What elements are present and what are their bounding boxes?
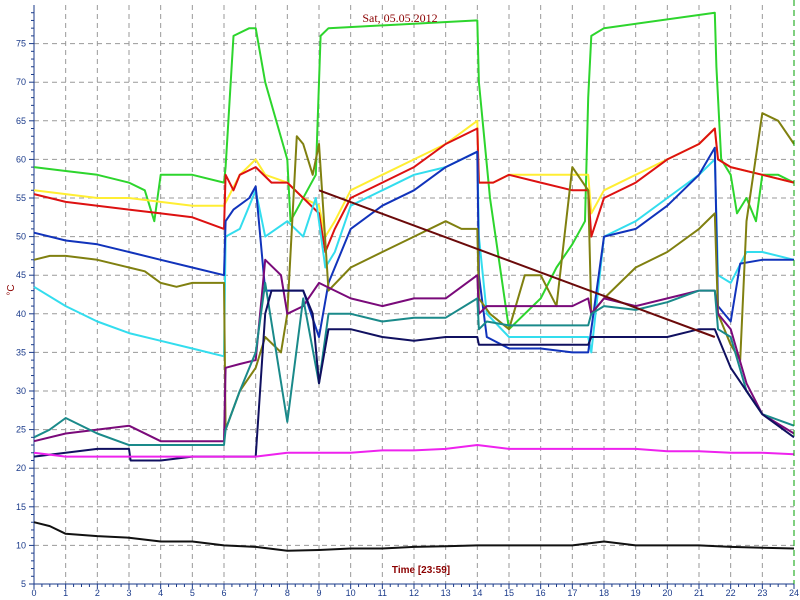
x-tick-label: 8 (285, 588, 290, 598)
y-tick-label: 10 (16, 540, 26, 550)
x-axis-label: Time [23:59] (392, 565, 450, 576)
x-tick-label: 15 (504, 588, 514, 598)
x-tick-label: 5 (190, 588, 195, 598)
y-tick-label: 75 (16, 39, 26, 49)
x-tick-label: 16 (536, 588, 546, 598)
x-tick-label: 24 (789, 588, 799, 598)
chart-title: Sat, 05.05.2012 (362, 11, 437, 25)
x-tick-label: 2 (95, 588, 100, 598)
x-tick-label: 22 (726, 588, 736, 598)
y-tick-label: 30 (16, 386, 26, 396)
x-tick-label: 17 (567, 588, 577, 598)
x-tick-label: 18 (599, 588, 609, 598)
y-tick-label: 70 (16, 77, 26, 87)
y-tick-label: 25 (16, 425, 26, 435)
x-tick-label: 13 (441, 588, 451, 598)
y-tick-label: 65 (16, 116, 26, 126)
x-tick-label: 10 (346, 588, 356, 598)
x-tick-label: 1 (63, 588, 68, 598)
x-tick-label: 6 (221, 588, 226, 598)
y-tick-label: 5 (21, 579, 26, 589)
chart-window: 0 1 2 3 4 5 6 7 8 9 10 11 12 13 14 15 16 17 18 19 20 21 22 23 24… (0, 0, 800, 600)
x-tick-label: 11 (378, 588, 387, 598)
x-tick-label: 12 (409, 588, 419, 598)
x-tick-label: 20 (662, 588, 672, 598)
x-tick-label: 9 (316, 588, 321, 598)
temperature-chart: 0 1 2 3 4 5 6 7 8 9 10 11 12 13 14 15 16 17 18 19 20 21 22 23 24… (0, 0, 800, 600)
x-tick-label: 23 (757, 588, 767, 598)
y-tick-label: 40 (16, 309, 26, 319)
y-tick-label: 35 (16, 347, 26, 357)
x-tick-label: 4 (158, 588, 163, 598)
x-tick-label: 0 (31, 588, 36, 598)
x-tick-label: 3 (126, 588, 131, 598)
x-tick-label: 21 (694, 588, 704, 598)
y-tick-label: 60 (16, 154, 26, 164)
y-tick-label: 55 (16, 193, 26, 203)
y-tick-label: 50 (16, 232, 26, 242)
y-tick-label: 20 (16, 463, 26, 473)
y-tick-label: 45 (16, 270, 26, 280)
x-tick-label: 7 (253, 588, 258, 598)
y-tick-label: 15 (16, 502, 26, 512)
x-tick-label: 19 (631, 588, 641, 598)
plot-background (0, 0, 800, 600)
y-axis-label: °C (6, 284, 17, 295)
x-tick-label: 14 (472, 588, 482, 598)
